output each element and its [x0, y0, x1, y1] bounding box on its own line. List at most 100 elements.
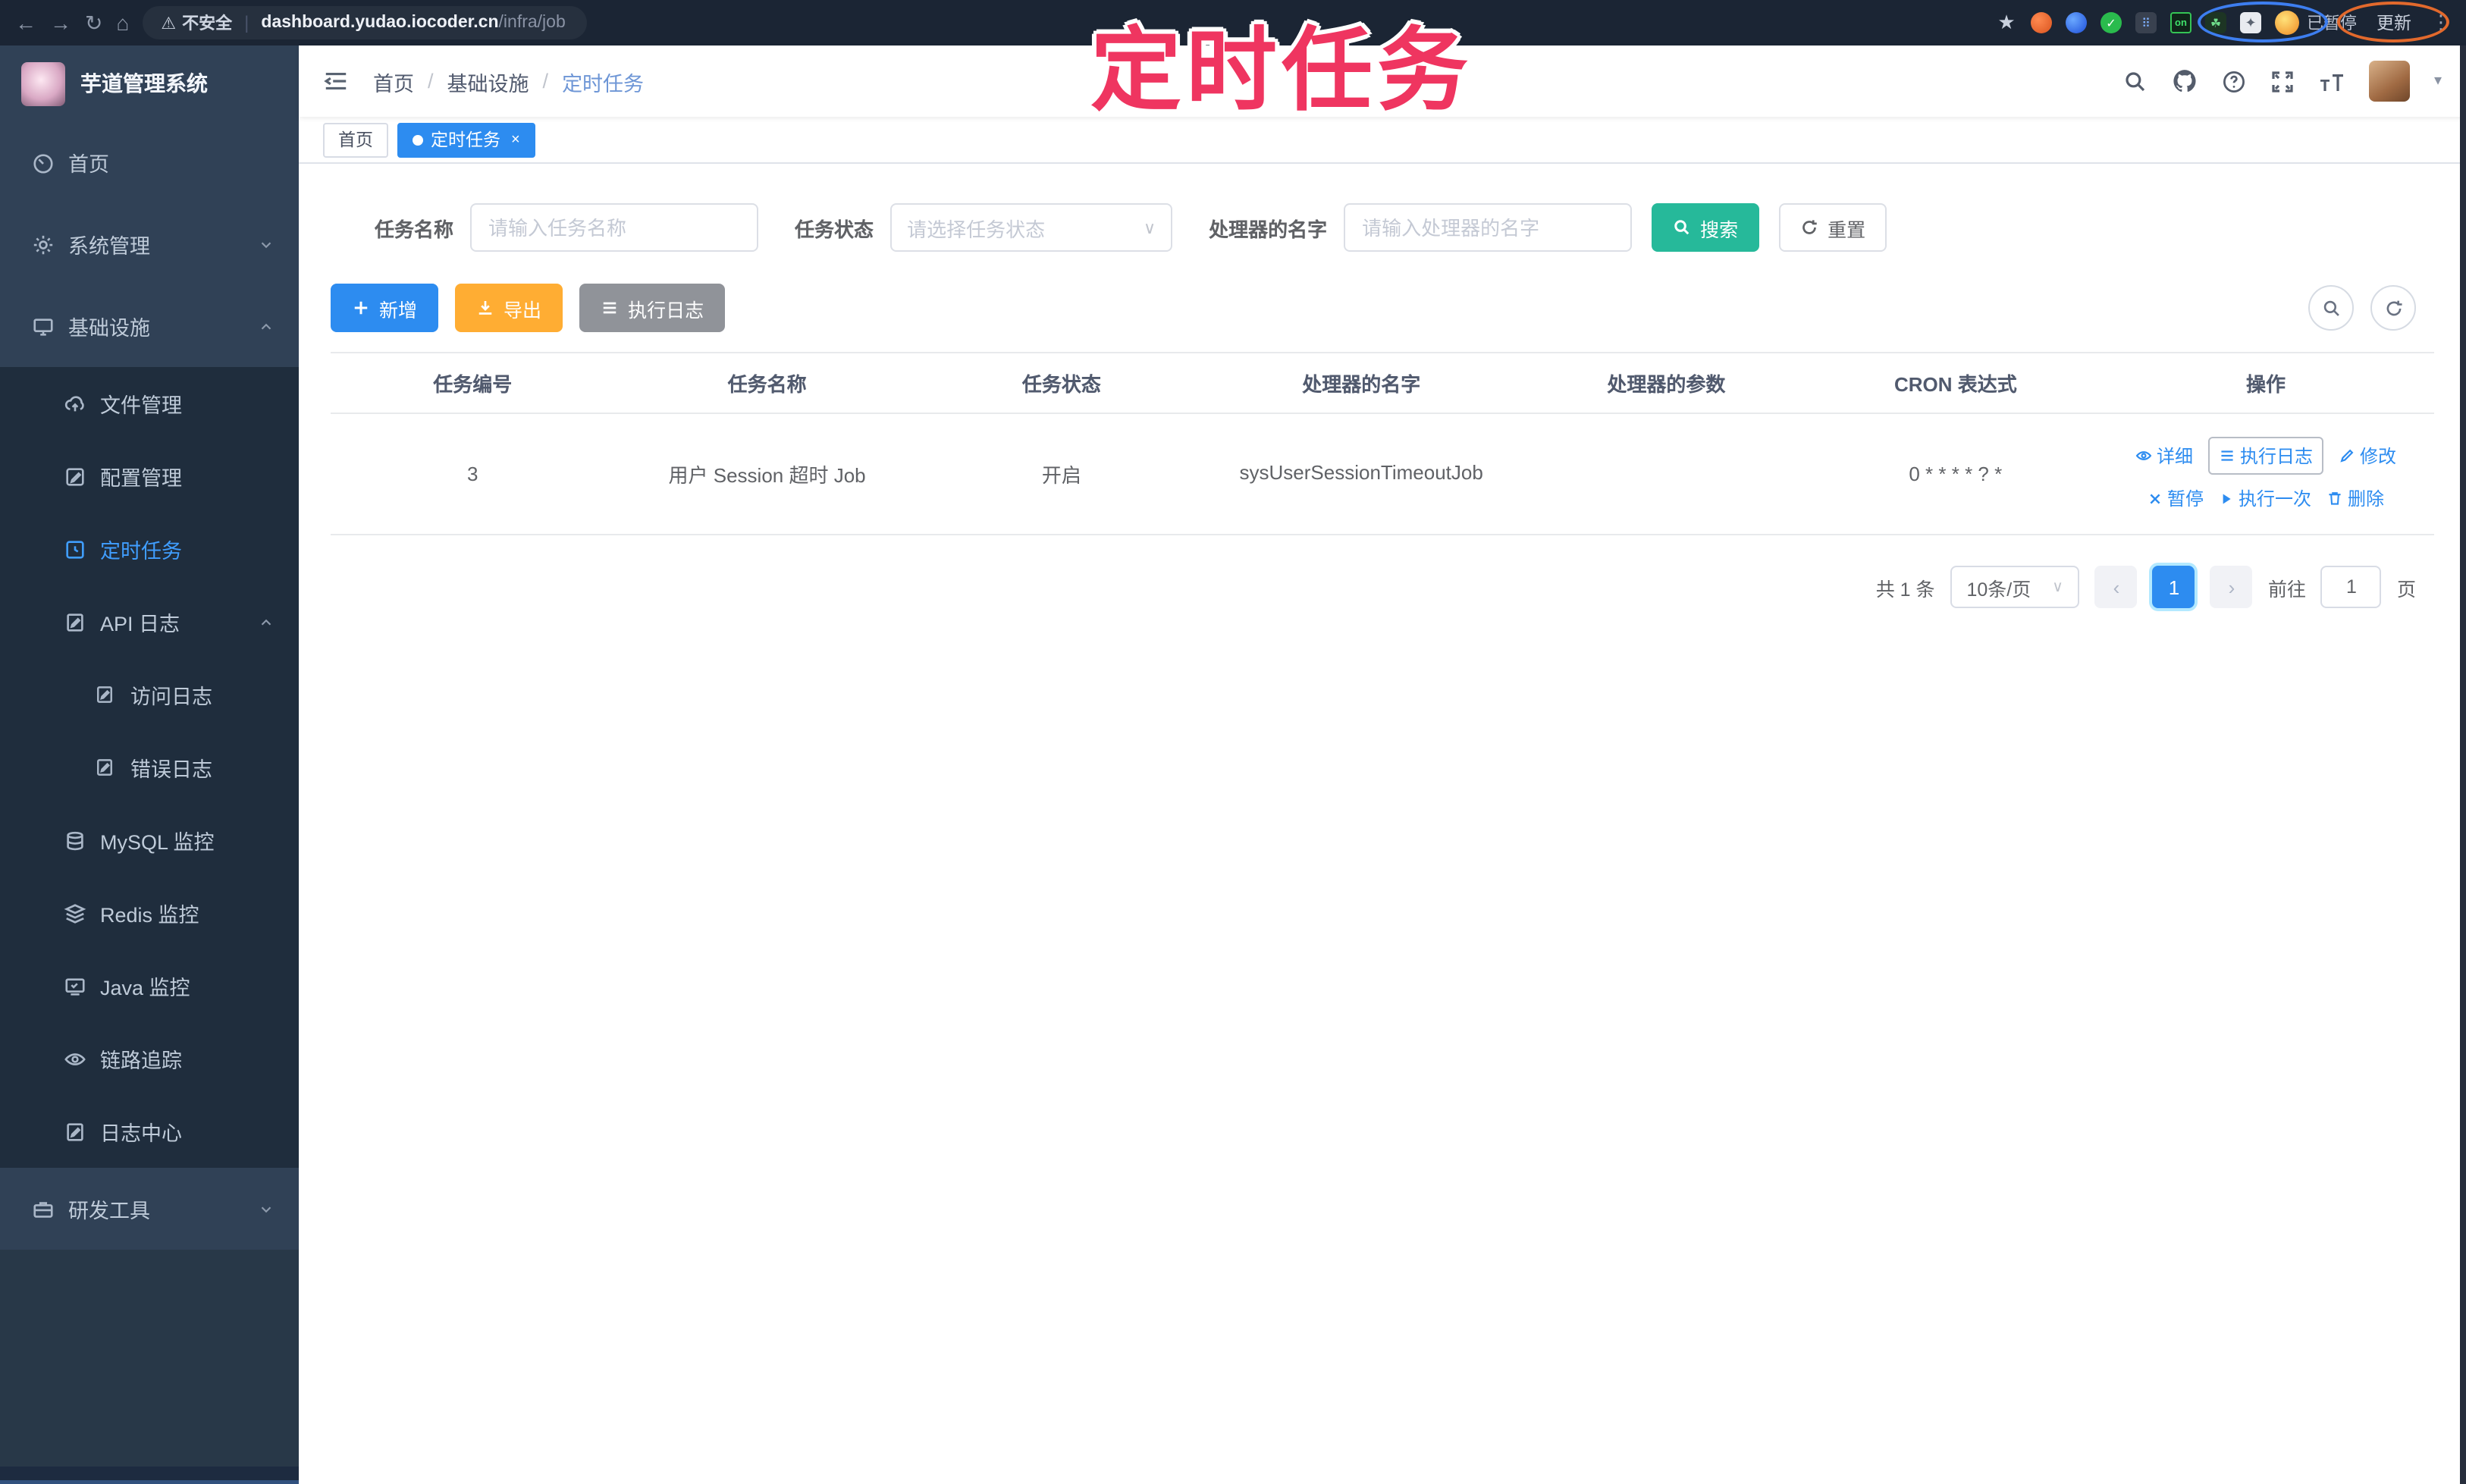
table-row: 3 用户 Session 超时 Job 开启 sysUserSessionTim… [331, 413, 2434, 535]
app-logo-row[interactable]: 芋道管理系统 [0, 45, 299, 121]
breadcrumb-separator: / [428, 70, 434, 93]
breadcrumb-home[interactable]: 首页 [373, 66, 414, 96]
security-status[interactable]: ⚠ 不安全 [161, 11, 232, 35]
sidebar-filler [0, 1250, 299, 1467]
sidebar-item-config-manage[interactable]: 配置管理 [0, 440, 299, 513]
col-actions: 操作 [2097, 352, 2434, 414]
github-icon[interactable] [2172, 68, 2198, 94]
sidebar-footer [0, 1467, 299, 1484]
sidebar-item-access-log[interactable]: 访问日志 [0, 658, 299, 731]
detail-link-label: 详细 [2156, 446, 2193, 467]
page-content: 任务名称 任务状态 请选择任务状态 ∨ 处理器的名字 搜索 [299, 164, 2466, 1484]
search-button[interactable]: 搜索 [1652, 203, 1760, 252]
delete-link[interactable]: 删除 [2326, 485, 2384, 511]
sidebar-item-label: 定时任务 [100, 540, 182, 563]
prev-page-button[interactable]: ‹ [2094, 566, 2138, 608]
detail-link[interactable]: 详细 [2135, 443, 2193, 469]
toggle-search-button[interactable] [2308, 285, 2354, 331]
edit-link[interactable]: 修改 [2339, 443, 2396, 469]
run-once-link[interactable]: 执行一次 [2219, 485, 2311, 511]
browser-home-icon[interactable]: ⌂ [116, 12, 129, 33]
sidebar-item-api-log[interactable]: API 日志 [0, 585, 299, 658]
row-job-log-link[interactable]: 执行日志 [2208, 437, 2324, 475]
sidebar-item-home[interactable]: 首页 [0, 121, 299, 203]
cell-actions: 详细 执行日志 修改 暂停 执行一次 删除 [2097, 413, 2434, 535]
chevron-down-icon [258, 1200, 275, 1217]
sidebar-collapse-icon[interactable] [323, 68, 349, 94]
cell-job-id: 3 [331, 413, 615, 535]
tab-home[interactable]: 首页 [323, 122, 388, 157]
gauge-icon [32, 151, 55, 174]
bookmark-star-icon[interactable]: ★ [1996, 11, 2017, 33]
page-url[interactable]: dashboard.yudao.iocoder.cn/infra/job [261, 14, 565, 32]
sidebar-item-dev-tools[interactable]: 研发工具 [0, 1168, 299, 1250]
job-status-select[interactable]: 请选择任务状态 ∨ [890, 203, 1173, 252]
pause-link[interactable]: 暂停 [2148, 485, 2204, 511]
help-icon[interactable] [2222, 69, 2246, 93]
breadcrumb: 首页 / 基础设施 / 定时任务 [373, 66, 644, 96]
extension-blue-icon[interactable] [2066, 12, 2087, 33]
window-scrollbar[interactable] [2460, 45, 2466, 1484]
extension-grid-icon[interactable]: ⠿ [2135, 12, 2157, 33]
profile-paused-badge: 已暂停 [2307, 15, 2357, 33]
sidebar-item-label: 配置管理 [100, 467, 182, 490]
page-size-select[interactable]: 10条/页 ∨ [1950, 566, 2080, 608]
sidebar-item-infra[interactable]: 基础设施 [0, 285, 299, 367]
list-icon [601, 299, 619, 317]
sidebar-item-label: 访问日志 [130, 686, 212, 708]
reset-button[interactable]: 重置 [1779, 203, 1887, 252]
job-log-button[interactable]: 执行日志 [579, 284, 726, 332]
sidebar-item-label: Java 监控 [100, 977, 190, 999]
search-icon[interactable] [2123, 69, 2148, 93]
cell-job-name: 用户 Session 超时 Job [614, 413, 920, 535]
app-logo [21, 61, 65, 105]
add-button[interactable]: 新增 [331, 284, 439, 332]
chevron-up-icon [258, 613, 275, 630]
sidebar-item-scheduled-jobs[interactable]: 定时任务 [0, 513, 299, 585]
sidebar-item-label: 研发工具 [68, 1200, 150, 1222]
play-icon [2219, 491, 2234, 506]
browser-forward-icon[interactable]: → [50, 12, 71, 33]
profile-chip[interactable]: 已暂停 [2275, 11, 2357, 35]
fullscreen-icon[interactable] [2270, 69, 2295, 93]
browser-reload-icon[interactable]: ↻ [85, 12, 102, 33]
tab-scheduled-jobs[interactable]: 定时任务 × [397, 122, 535, 157]
handler-name-input[interactable] [1344, 203, 1633, 252]
refresh-button[interactable] [2370, 285, 2416, 331]
sidebar-item-file-manage[interactable]: 文件管理 [0, 367, 299, 440]
extension-orange-icon[interactable] [2031, 12, 2052, 33]
next-page-button[interactable]: › [2210, 566, 2253, 608]
table-toolbar: 新增 导出 执行日志 [331, 284, 2434, 332]
user-menu-caret-icon[interactable]: ▾ [2434, 73, 2442, 89]
jobs-table: 任务编号 任务名称 任务状态 处理器的名字 处理器的参数 CRON 表达式 操作… [331, 352, 2434, 535]
breadcrumb-infra[interactable]: 基础设施 [447, 66, 529, 96]
plus-icon [352, 299, 370, 317]
sidebar-item-error-log[interactable]: 错误日志 [0, 731, 299, 804]
sidebar-item-redis-monitor[interactable]: Redis 监控 [0, 877, 299, 949]
extension-leaf-icon[interactable]: ☘ [2205, 12, 2226, 33]
sidebar-item-mysql-monitor[interactable]: MySQL 监控 [0, 804, 299, 877]
font-size-icon[interactable] [2319, 69, 2345, 93]
chrome-update-button[interactable]: 更新 [2370, 11, 2417, 35]
extension-on-badge-icon[interactable]: on [2170, 12, 2191, 33]
address-bar[interactable]: ⚠ 不安全 | dashboard.yudao.iocoder.cn/infra… [143, 6, 587, 39]
sidebar-item-log-center[interactable]: 日志中心 [0, 1095, 299, 1168]
doc-edit-icon [64, 610, 86, 633]
sidebar-item-java-monitor[interactable]: Java 监控 [0, 949, 299, 1022]
close-icon[interactable]: × [511, 131, 520, 148]
col-handler-name: 处理器的名字 [1203, 352, 1520, 414]
user-avatar[interactable] [2368, 61, 2410, 102]
browser-back-icon[interactable]: ← [15, 12, 36, 33]
export-button[interactable]: 导出 [455, 284, 563, 332]
extensions-puzzle-icon[interactable]: ✦ [2240, 12, 2261, 33]
app-title: 芋道管理系统 [80, 71, 208, 96]
browser-menu-icon[interactable]: ⋮ [2431, 11, 2451, 35]
extension-check-icon[interactable]: ✓ [2100, 12, 2122, 33]
job-name-input[interactable] [470, 203, 759, 252]
page-number-1[interactable]: 1 [2152, 566, 2195, 608]
sidebar-item-tracing[interactable]: 链路追踪 [0, 1022, 299, 1095]
eye-icon [2135, 447, 2152, 464]
sidebar-item-system[interactable]: 系统管理 [0, 203, 299, 285]
goto-page-input[interactable] [2320, 566, 2382, 608]
x-icon [2148, 491, 2163, 506]
